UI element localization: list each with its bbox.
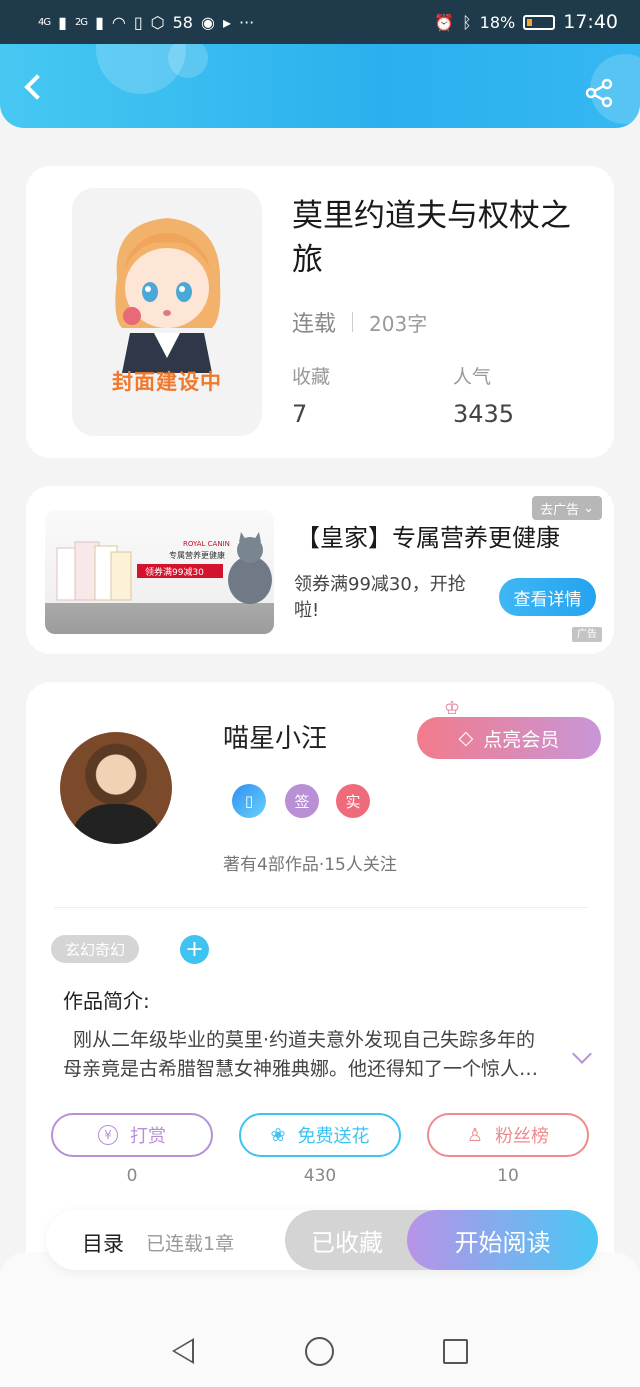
genre-tag[interactable]: 玄幻奇幻: [51, 935, 140, 963]
ad-mark: 广告: [572, 627, 602, 642]
favorited-label: 已收藏: [311, 1228, 383, 1257]
send-flower-button[interactable]: ❀ 免费送花: [239, 1113, 401, 1157]
signal-bars-icon: ▮: [58, 12, 67, 32]
word-count: 203字: [369, 311, 428, 336]
cover-caption: 封面建设中: [112, 370, 222, 394]
tip-button[interactable]: ¥ 打赏: [51, 1113, 213, 1157]
intro-title: 作品简介:: [63, 989, 150, 1013]
chapter-status: 已连载1章: [146, 1233, 235, 1255]
fan-rank-label: 粉丝榜: [495, 1126, 550, 1147]
book-cover[interactable]: 封面建设中: [72, 188, 262, 436]
meta-divider: [352, 312, 354, 332]
ad-brand-text: ROYAL CANIN: [183, 540, 230, 548]
back-button[interactable]: [24, 74, 50, 100]
hand-icon: ⬡: [150, 12, 165, 32]
remove-ad-label: 去广告: [540, 502, 580, 518]
nav-home-icon[interactable]: [305, 1337, 334, 1366]
nav-recent-icon[interactable]: [443, 1339, 468, 1364]
serial-status: 连载: [292, 312, 337, 337]
alarm-icon: ⏰: [434, 12, 455, 32]
yen-icon: ¥: [98, 1125, 118, 1145]
app-icon: ▸: [222, 12, 231, 32]
flower-count: 430: [303, 1166, 337, 1186]
nav-back-icon[interactable]: [172, 1338, 194, 1364]
vip-button[interactable]: ◇ 点亮会员: [417, 717, 601, 759]
ad-detail-button[interactable]: 查看详情: [499, 578, 596, 616]
divider: [54, 907, 588, 908]
bluetooth-icon: ᛒ: [462, 12, 472, 32]
notification-icon: ▯: [133, 12, 143, 32]
clock: 17:40: [563, 11, 618, 33]
collect-label: 收藏: [292, 366, 331, 388]
signal-2: 2G: [74, 16, 88, 28]
diamond-icon: ◇: [458, 727, 474, 749]
flower-icon: ❀: [270, 1124, 286, 1146]
fan-rank-button[interactable]: ♙ 粉丝榜: [427, 1113, 589, 1157]
status-left: 4G ▮ 2G ▮ ◠ ▯ ⬡ 58 ◉ ▸ ···: [38, 13, 254, 32]
crown-icon: ♔: [444, 698, 461, 719]
book-info-card: 封面建设中 莫里约道夫与权杖之旅 连载 203字 收藏 7 人气 3435: [26, 166, 614, 458]
vip-button-label: 点亮会员: [483, 728, 560, 751]
ad-card[interactable]: ROYAL CANIN 专属营养更健康 领券满99减30 去广告 ⌄ 【皇家】专…: [26, 486, 614, 654]
book-meta: 连载 203字: [292, 306, 427, 338]
real-name-badge: 实: [336, 784, 370, 818]
expand-chevron-icon[interactable]: [572, 1044, 592, 1064]
system-nav-bar: [0, 1252, 640, 1387]
ad-slogan-text: 专属营养更健康: [169, 550, 225, 560]
author-name[interactable]: 喵星小汪: [223, 718, 327, 755]
status-bar: 4G ▮ 2G ▮ ◠ ▯ ⬡ 58 ◉ ▸ ··· ⏰ ᛒ 18% 17:40: [0, 0, 640, 44]
add-tag-button[interactable]: +: [180, 935, 209, 964]
toc-button[interactable]: 目录: [82, 1228, 124, 1258]
bottom-action-bar: 目录 已连载1章 已收藏 开始阅读: [46, 1210, 598, 1270]
book-title: 莫里约道夫与权杖之旅: [292, 198, 571, 278]
author-avatar[interactable]: [60, 732, 172, 844]
ad-image[interactable]: ROYAL CANIN 专属营养更健康 领券满99减30: [45, 510, 274, 634]
more-notif: ···: [238, 12, 255, 32]
user-icon: ♙: [466, 1124, 484, 1146]
phone-badge-icon: ▯: [232, 784, 266, 818]
battery-percent: 18%: [479, 12, 516, 32]
ad-description: 领券满99减30，开抢啦!: [294, 574, 466, 621]
battery-icon: [523, 14, 556, 30]
start-reading-button[interactable]: 开始阅读: [407, 1210, 598, 1270]
top-header: [0, 44, 640, 128]
ad-coupon-text: 领券满99减30: [145, 566, 204, 578]
collect-value: 7: [292, 400, 308, 428]
tip-count: 0: [126, 1166, 138, 1186]
status-right: ⏰ ᛒ 18% 17:40: [434, 11, 618, 33]
share-icon[interactable]: [584, 78, 614, 108]
popularity-value: 3435: [453, 400, 515, 428]
tip-label: 打赏: [130, 1126, 166, 1147]
sina-icon: ◉: [200, 12, 215, 32]
avatar-robe: [70, 804, 162, 844]
popularity-label: 人气: [453, 366, 492, 388]
author-card: 喵星小汪 ♔ ◇ 点亮会员 ▯ 签 实 著有4部作品·15人关注 玄幻奇幻 + …: [26, 682, 614, 1282]
ad-title: 【皇家】专属营养更健康: [296, 524, 560, 552]
decor-bubble: [168, 44, 208, 78]
signal-bars-icon: ▮: [95, 12, 104, 32]
anime-girl-illustration: [115, 218, 221, 373]
send-flower-label: 免费送花: [297, 1126, 370, 1147]
chevron-down-icon: ⌄: [583, 500, 594, 516]
remove-ad-button[interactable]: 去广告 ⌄: [532, 496, 602, 520]
notif-count: 58: [172, 12, 193, 32]
sign-badge: 签: [285, 784, 319, 818]
intro-text: 刚从二年级毕业的莫里·约道夫意外发现自己失踪多年的母亲竟是古希腊智慧女神雅典娜。…: [63, 1029, 539, 1080]
ad-product-illustration: ROYAL CANIN 专属营养更健康 领券满99减30: [56, 532, 272, 604]
fan-count: 10: [497, 1166, 519, 1186]
signal-1: 4G: [38, 16, 51, 28]
author-stats: 著有4部作品·15人关注: [223, 855, 397, 875]
wifi-icon: ◠: [111, 12, 126, 32]
